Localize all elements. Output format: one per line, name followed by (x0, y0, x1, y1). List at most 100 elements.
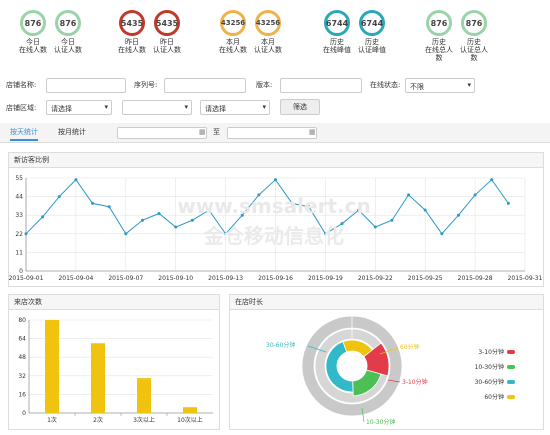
date-to-input[interactable] (227, 127, 317, 139)
legend-label: 30-60分钟 (475, 378, 504, 386)
stat-item: 5435 昨日 在线人数 (117, 10, 147, 54)
stat-value: 6744 (359, 10, 385, 36)
stat-label: 今日 在线人数 (19, 38, 47, 54)
y-tick-label: 48 (18, 354, 26, 361)
data-point (506, 201, 510, 205)
serial-input[interactable] (164, 78, 246, 93)
stat-label: 本月 在线人数 (219, 38, 247, 54)
data-point (107, 205, 111, 209)
stat-item: 5435 昨日 认证人数 (152, 10, 182, 54)
serial-label: 序列号: (134, 81, 158, 89)
slice-label: 60分钟 (400, 343, 420, 351)
y-tick-label: 16 (18, 391, 26, 398)
data-point (91, 201, 95, 205)
data-point (41, 215, 45, 219)
data-point (373, 225, 377, 229)
bar (91, 343, 105, 413)
x-tick-label: 2015-09-07 (108, 275, 143, 282)
data-point (124, 232, 128, 236)
y-tick-label: 80 (18, 317, 26, 324)
stat-label: 本月 认证人数 (254, 38, 282, 54)
x-tick-label: 2015-09-25 (408, 275, 443, 282)
x-tick-label: 2015-09-13 (208, 275, 243, 282)
stats-bar: 876 今日 在线人数 876 今日 认证人数 5435 昨日 在线人数 5435 昨日 认证… (0, 0, 550, 66)
data-point (456, 213, 460, 217)
data-point (140, 218, 144, 222)
x-tick-label: 2次 (93, 416, 103, 424)
bar (183, 407, 197, 413)
calendar-icon[interactable]: ▦ (199, 128, 206, 136)
region-select-2[interactable] (122, 100, 192, 115)
region-select-1[interactable]: 请选择 (46, 100, 112, 115)
stat-value: 876 (20, 10, 46, 36)
stat-item: 43256 本月 在线人数 (218, 10, 248, 54)
bar (45, 320, 59, 413)
stat-value: 43256 (220, 10, 246, 36)
slice-label: 30-60分钟 (266, 341, 295, 349)
bar (137, 378, 151, 413)
x-tick-label: 2015-09-04 (58, 275, 93, 282)
data-point (440, 232, 444, 236)
y-tick-label: 11 (15, 249, 23, 256)
stat-label: 历史 认证总人 数 (460, 38, 488, 62)
y-tick-label: 44 (15, 194, 23, 201)
stat-item: 876 今日 认证人数 (53, 10, 83, 54)
bar-chart-panel: 来店次数 0 16 32 48 64 80 1次 2次 3次以上 10次以上 (8, 294, 220, 430)
stat-item: 876 历史 在线总人 数 (424, 10, 454, 62)
data-point (174, 225, 178, 229)
y-tick-label: 55 (15, 175, 23, 182)
tab-daily[interactable]: 按天统计 (10, 127, 38, 141)
stat-item: 43256 本月 认证人数 (253, 10, 283, 54)
stat-item: 6744 历史 在线峰值 (322, 10, 352, 54)
stat-label: 历史 在线峰值 (323, 38, 351, 54)
calendar-icon[interactable]: ▦ (309, 128, 316, 136)
y-tick-label: 0 (22, 410, 26, 417)
stat-item: 6744 历史 认证峰值 (357, 10, 387, 54)
data-point (157, 212, 161, 216)
x-tick-label: 2015-09-10 (158, 275, 193, 282)
legend-swatch (507, 380, 515, 384)
stat-label: 历史 认证峰值 (358, 38, 386, 54)
legend-label: 3-10分钟 (478, 348, 504, 356)
stat-item: 876 今日 在线人数 (18, 10, 48, 54)
online-status-select[interactable]: 不限 (405, 78, 475, 93)
shop-name-input[interactable] (46, 78, 126, 93)
data-point (74, 178, 78, 182)
x-tick-label: 3次以上 (133, 416, 155, 424)
y-tick-label: 64 (18, 336, 26, 343)
tab-bar: 按天统计 按月统计 ▦ 至 ▦ (0, 123, 550, 143)
x-tick-label: 2015-09-01 (9, 275, 44, 282)
stat-item: 876 历史 认证总人 数 (459, 10, 489, 62)
y-tick-label: 22 (15, 231, 23, 238)
filter-button[interactable]: 筛选 (280, 99, 320, 115)
data-point (407, 193, 411, 197)
line-chart-panel: 新访客比例 0 11 22 33 44 55 2015-09-01 2015-09-04 201… (8, 152, 544, 287)
x-tick-label: 2015-09-19 (308, 275, 343, 282)
stat-value: 43256 (255, 10, 281, 36)
stat-value: 5435 (119, 10, 145, 36)
stat-value: 876 (461, 10, 487, 36)
x-tick-label: 2015-09-28 (458, 275, 493, 282)
legend-swatch (507, 395, 515, 399)
legend-swatch (507, 365, 515, 369)
stat-label: 今日 认证人数 (54, 38, 82, 54)
legend-label: 10-30分钟 (475, 363, 504, 371)
version-input[interactable] (280, 78, 362, 93)
slice-label: 10-30分钟 (366, 418, 395, 426)
stat-value: 876 (55, 10, 81, 36)
x-tick-label: 2015-09-16 (258, 275, 293, 282)
data-point (390, 218, 394, 222)
stat-label: 昨日 认证人数 (153, 38, 181, 54)
donut-chart-panel: 在店时长 3-10分钟 10-30分钟 30-60分钟 60分钟 3-10分钟 10-30… (229, 294, 544, 430)
x-tick-label: 10次以上 (177, 416, 203, 424)
date-from-input[interactable] (117, 127, 207, 139)
data-point (274, 178, 277, 182)
y-tick-label: 33 (15, 212, 23, 219)
data-point (57, 195, 61, 199)
region-select-3[interactable]: 请选择 (200, 100, 270, 115)
online-status-label: 在线状态: (370, 81, 401, 89)
stat-label: 昨日 在线人数 (118, 38, 146, 54)
date-to-label: 至 (213, 128, 220, 136)
tab-monthly[interactable]: 按月统计 (58, 127, 86, 137)
x-tick-label: 2015-09-22 (358, 275, 393, 282)
